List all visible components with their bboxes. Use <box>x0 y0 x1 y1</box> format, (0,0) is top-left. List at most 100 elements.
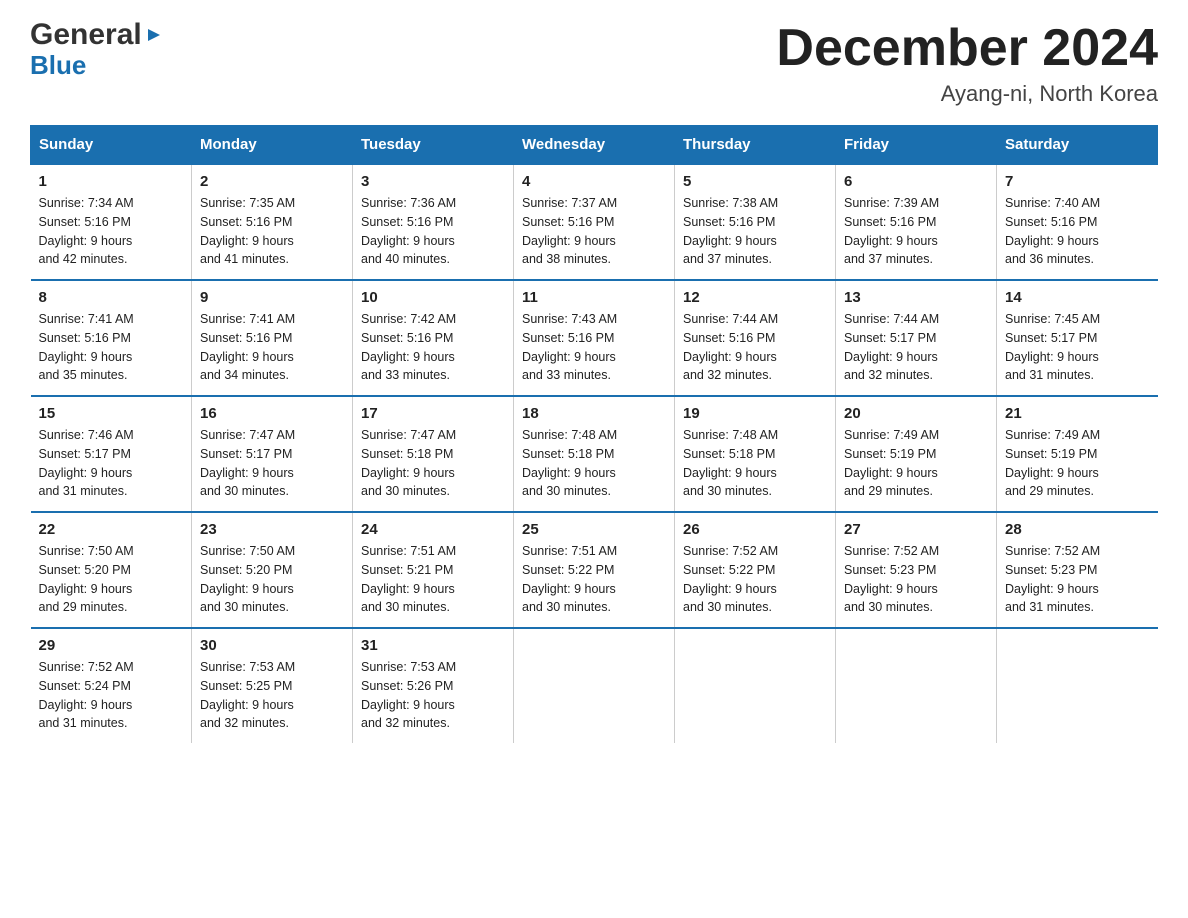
day-number: 11 <box>522 289 666 306</box>
day-number: 2 <box>200 173 344 190</box>
day-number: 23 <box>200 521 344 538</box>
calendar-body: 1 Sunrise: 7:34 AM Sunset: 5:16 PM Dayli… <box>31 164 1158 743</box>
header-friday: Friday <box>836 126 997 165</box>
day-info: Sunrise: 7:48 AM Sunset: 5:18 PM Dayligh… <box>522 426 666 501</box>
day-number: 15 <box>39 405 184 422</box>
calendar-header: Sunday Monday Tuesday Wednesday Thursday… <box>31 126 1158 165</box>
table-row: 23 Sunrise: 7:50 AM Sunset: 5:20 PM Dayl… <box>192 512 353 628</box>
table-row: 29 Sunrise: 7:52 AM Sunset: 5:24 PM Dayl… <box>31 628 192 743</box>
day-number: 28 <box>1005 521 1150 538</box>
table-row: 24 Sunrise: 7:51 AM Sunset: 5:21 PM Dayl… <box>353 512 514 628</box>
day-info: Sunrise: 7:34 AM Sunset: 5:16 PM Dayligh… <box>39 194 184 269</box>
table-row: 13 Sunrise: 7:44 AM Sunset: 5:17 PM Dayl… <box>836 280 997 396</box>
header-tuesday: Tuesday <box>353 126 514 165</box>
day-info: Sunrise: 7:48 AM Sunset: 5:18 PM Dayligh… <box>683 426 827 501</box>
day-number: 22 <box>39 521 184 538</box>
logo-general-text: General <box>30 20 142 50</box>
day-number: 7 <box>1005 173 1150 190</box>
day-number: 4 <box>522 173 666 190</box>
day-info: Sunrise: 7:50 AM Sunset: 5:20 PM Dayligh… <box>39 542 184 617</box>
day-number: 27 <box>844 521 988 538</box>
table-row: 14 Sunrise: 7:45 AM Sunset: 5:17 PM Dayl… <box>997 280 1158 396</box>
table-row: 12 Sunrise: 7:44 AM Sunset: 5:16 PM Dayl… <box>675 280 836 396</box>
day-number: 18 <box>522 405 666 422</box>
table-row: 6 Sunrise: 7:39 AM Sunset: 5:16 PM Dayli… <box>836 164 997 280</box>
day-number: 20 <box>844 405 988 422</box>
table-row: 28 Sunrise: 7:52 AM Sunset: 5:23 PM Dayl… <box>997 512 1158 628</box>
day-number: 26 <box>683 521 827 538</box>
title-block: December 2024 Ayang-ni, North Korea <box>776 20 1158 107</box>
day-info: Sunrise: 7:47 AM Sunset: 5:18 PM Dayligh… <box>361 426 505 501</box>
day-number: 31 <box>361 637 505 654</box>
day-number: 25 <box>522 521 666 538</box>
day-number: 3 <box>361 173 505 190</box>
table-row: 26 Sunrise: 7:52 AM Sunset: 5:22 PM Dayl… <box>675 512 836 628</box>
day-number: 5 <box>683 173 827 190</box>
logo-blue-text: Blue <box>30 50 86 81</box>
calendar-table: Sunday Monday Tuesday Wednesday Thursday… <box>30 125 1158 743</box>
day-info: Sunrise: 7:51 AM Sunset: 5:22 PM Dayligh… <box>522 542 666 617</box>
table-row <box>836 628 997 743</box>
table-row: 25 Sunrise: 7:51 AM Sunset: 5:22 PM Dayl… <box>514 512 675 628</box>
day-info: Sunrise: 7:36 AM Sunset: 5:16 PM Dayligh… <box>361 194 505 269</box>
day-number: 30 <box>200 637 344 654</box>
table-row: 27 Sunrise: 7:52 AM Sunset: 5:23 PM Dayl… <box>836 512 997 628</box>
table-row: 7 Sunrise: 7:40 AM Sunset: 5:16 PM Dayli… <box>997 164 1158 280</box>
day-number: 6 <box>844 173 988 190</box>
day-info: Sunrise: 7:43 AM Sunset: 5:16 PM Dayligh… <box>522 310 666 385</box>
day-info: Sunrise: 7:41 AM Sunset: 5:16 PM Dayligh… <box>39 310 184 385</box>
day-info: Sunrise: 7:38 AM Sunset: 5:16 PM Dayligh… <box>683 194 827 269</box>
table-row: 18 Sunrise: 7:48 AM Sunset: 5:18 PM Dayl… <box>514 396 675 512</box>
day-number: 17 <box>361 405 505 422</box>
table-row: 8 Sunrise: 7:41 AM Sunset: 5:16 PM Dayli… <box>31 280 192 396</box>
calendar-subtitle: Ayang-ni, North Korea <box>776 81 1158 107</box>
day-info: Sunrise: 7:49 AM Sunset: 5:19 PM Dayligh… <box>844 426 988 501</box>
day-info: Sunrise: 7:52 AM Sunset: 5:23 PM Dayligh… <box>1005 542 1150 617</box>
day-info: Sunrise: 7:42 AM Sunset: 5:16 PM Dayligh… <box>361 310 505 385</box>
day-info: Sunrise: 7:47 AM Sunset: 5:17 PM Dayligh… <box>200 426 344 501</box>
calendar-title: December 2024 <box>776 20 1158 77</box>
day-info: Sunrise: 7:44 AM Sunset: 5:17 PM Dayligh… <box>844 310 988 385</box>
header-thursday: Thursday <box>675 126 836 165</box>
table-row: 16 Sunrise: 7:47 AM Sunset: 5:17 PM Dayl… <box>192 396 353 512</box>
table-row <box>675 628 836 743</box>
day-number: 12 <box>683 289 827 306</box>
table-row: 17 Sunrise: 7:47 AM Sunset: 5:18 PM Dayl… <box>353 396 514 512</box>
table-row: 21 Sunrise: 7:49 AM Sunset: 5:19 PM Dayl… <box>997 396 1158 512</box>
day-info: Sunrise: 7:45 AM Sunset: 5:17 PM Dayligh… <box>1005 310 1150 385</box>
table-row: 31 Sunrise: 7:53 AM Sunset: 5:26 PM Dayl… <box>353 628 514 743</box>
day-info: Sunrise: 7:40 AM Sunset: 5:16 PM Dayligh… <box>1005 194 1150 269</box>
day-info: Sunrise: 7:35 AM Sunset: 5:16 PM Dayligh… <box>200 194 344 269</box>
day-number: 10 <box>361 289 505 306</box>
table-row: 11 Sunrise: 7:43 AM Sunset: 5:16 PM Dayl… <box>514 280 675 396</box>
day-info: Sunrise: 7:51 AM Sunset: 5:21 PM Dayligh… <box>361 542 505 617</box>
day-number: 19 <box>683 405 827 422</box>
table-row: 4 Sunrise: 7:37 AM Sunset: 5:16 PM Dayli… <box>514 164 675 280</box>
table-row: 3 Sunrise: 7:36 AM Sunset: 5:16 PM Dayli… <box>353 164 514 280</box>
table-row: 19 Sunrise: 7:48 AM Sunset: 5:18 PM Dayl… <box>675 396 836 512</box>
day-number: 1 <box>39 173 184 190</box>
header-saturday: Saturday <box>997 126 1158 165</box>
table-row <box>997 628 1158 743</box>
table-row: 2 Sunrise: 7:35 AM Sunset: 5:16 PM Dayli… <box>192 164 353 280</box>
day-info: Sunrise: 7:49 AM Sunset: 5:19 PM Dayligh… <box>1005 426 1150 501</box>
day-info: Sunrise: 7:46 AM Sunset: 5:17 PM Dayligh… <box>39 426 184 501</box>
day-number: 13 <box>844 289 988 306</box>
page-header: General Blue December 2024 Ayang-ni, Nor… <box>30 20 1158 107</box>
day-info: Sunrise: 7:44 AM Sunset: 5:16 PM Dayligh… <box>683 310 827 385</box>
day-number: 24 <box>361 521 505 538</box>
table-row: 22 Sunrise: 7:50 AM Sunset: 5:20 PM Dayl… <box>31 512 192 628</box>
day-number: 29 <box>39 637 184 654</box>
header-monday: Monday <box>192 126 353 165</box>
header-wednesday: Wednesday <box>514 126 675 165</box>
logo-arrow-icon <box>144 25 164 49</box>
table-row: 9 Sunrise: 7:41 AM Sunset: 5:16 PM Dayli… <box>192 280 353 396</box>
day-number: 21 <box>1005 405 1150 422</box>
table-row: 20 Sunrise: 7:49 AM Sunset: 5:19 PM Dayl… <box>836 396 997 512</box>
day-number: 16 <box>200 405 344 422</box>
day-info: Sunrise: 7:37 AM Sunset: 5:16 PM Dayligh… <box>522 194 666 269</box>
day-info: Sunrise: 7:41 AM Sunset: 5:16 PM Dayligh… <box>200 310 344 385</box>
logo: General Blue <box>30 20 164 81</box>
day-info: Sunrise: 7:52 AM Sunset: 5:23 PM Dayligh… <box>844 542 988 617</box>
day-info: Sunrise: 7:53 AM Sunset: 5:25 PM Dayligh… <box>200 658 344 733</box>
